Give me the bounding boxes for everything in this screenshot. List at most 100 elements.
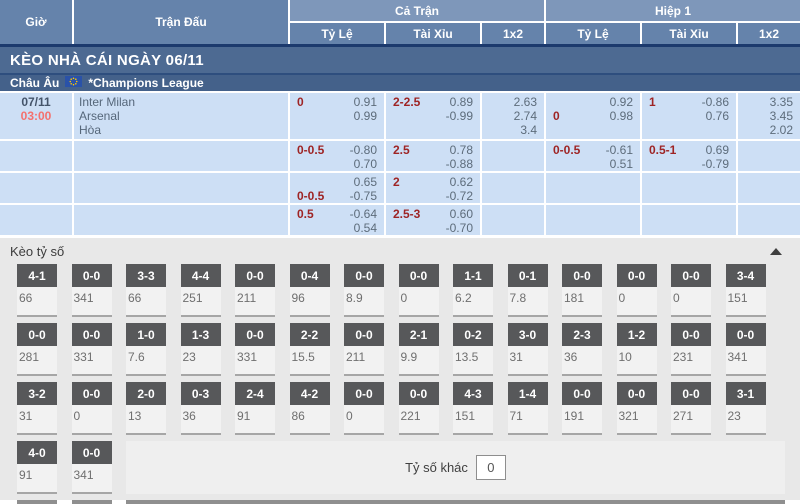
score-label[interactable]: 0-0 bbox=[399, 264, 439, 287]
score-cell[interactable]: 0-0231 bbox=[671, 323, 711, 376]
h1-overunder-cell[interactable]: 0.5-10.69-0.79 bbox=[642, 141, 736, 171]
score-label[interactable]: 0-4 bbox=[290, 264, 330, 287]
score-label[interactable]: 4-4 bbox=[181, 264, 221, 287]
score-cell[interactable]: 4-091 bbox=[17, 441, 57, 494]
other-score-input[interactable] bbox=[476, 455, 506, 480]
ft-overunder-cell[interactable]: 2.50.78-0.88 bbox=[386, 141, 480, 171]
score-label[interactable]: 3-2 bbox=[17, 382, 57, 405]
score-cell[interactable]: 2-491 bbox=[235, 382, 275, 435]
h1-handicap-cell[interactable] bbox=[546, 205, 640, 235]
score-label[interactable]: 0-1 bbox=[508, 264, 548, 287]
score-cell[interactable]: 0-336 bbox=[181, 382, 221, 435]
score-cell[interactable]: 3-366 bbox=[126, 264, 166, 317]
ft-1x2-cell[interactable] bbox=[482, 205, 544, 235]
score-label[interactable]: 0-0 bbox=[562, 264, 602, 287]
h1-handicap-cell[interactable]: 0.9200.98 bbox=[546, 93, 640, 139]
score-label[interactable]: 0-0 bbox=[17, 323, 57, 346]
score-label[interactable]: 0-0 bbox=[72, 382, 112, 405]
score-cell[interactable]: 0-08.9 bbox=[344, 264, 384, 317]
ft-handicap-cell[interactable]: 0-0.5-0.800.70 bbox=[290, 141, 384, 171]
score-cell[interactable]: 1-323 bbox=[181, 323, 221, 376]
score-label[interactable]: 4-3 bbox=[453, 382, 493, 405]
h1-1x2-cell[interactable] bbox=[738, 141, 800, 171]
h1-1x2-cell[interactable] bbox=[738, 205, 800, 235]
score-cell[interactable]: 0-0181 bbox=[562, 264, 602, 317]
score-label[interactable]: 0-0 bbox=[72, 441, 112, 464]
h1-overunder-cell[interactable] bbox=[642, 173, 736, 203]
score-cell[interactable]: 0-0341 bbox=[72, 264, 112, 317]
score-label[interactable]: 1-2 bbox=[617, 323, 657, 346]
score-cell[interactable]: 1-210 bbox=[617, 323, 657, 376]
ft-handicap-cell[interactable]: 0.650-0.5-0.75 bbox=[290, 173, 384, 203]
score-label[interactable]: 0-0 bbox=[617, 264, 657, 287]
score-cell[interactable]: 3-4151 bbox=[726, 264, 766, 317]
h1-overunder-cell[interactable]: 1-0.860.76 bbox=[642, 93, 736, 139]
score-cell[interactable]: 0-00 bbox=[344, 382, 384, 435]
ft-1x2-cell[interactable]: 2.632.743.4 bbox=[482, 93, 544, 139]
score-cell[interactable]: 2-215.5 bbox=[290, 323, 330, 376]
score-label[interactable]: 0-0 bbox=[399, 382, 439, 405]
score-label[interactable]: 0-0 bbox=[671, 264, 711, 287]
score-cell[interactable]: 3-231 bbox=[17, 382, 57, 435]
score-label[interactable]: 0-2 bbox=[453, 323, 493, 346]
h1-1x2-cell[interactable] bbox=[738, 173, 800, 203]
league-header[interactable]: Châu Âu *Champions League bbox=[0, 75, 800, 91]
score-label[interactable]: 3-4 bbox=[726, 264, 766, 287]
score-label[interactable]: 4-0 bbox=[17, 441, 57, 464]
score-label[interactable]: 3-1 bbox=[726, 382, 766, 405]
score-label[interactable]: 2-1 bbox=[399, 323, 439, 346]
score-cell[interactable]: 0-00 bbox=[671, 264, 711, 317]
score-label[interactable]: 4-2 bbox=[290, 382, 330, 405]
score-label[interactable]: 0-0 bbox=[562, 382, 602, 405]
score-label[interactable]: 0-0 bbox=[617, 382, 657, 405]
score-cell[interactable]: 0-0341 bbox=[726, 323, 766, 376]
score-cell[interactable]: 1-07.6 bbox=[126, 323, 166, 376]
score-cell[interactable]: 0-0271 bbox=[671, 382, 711, 435]
score-label[interactable]: 0-0 bbox=[235, 264, 275, 287]
score-cell[interactable]: 4-286 bbox=[290, 382, 330, 435]
score-label[interactable]: 0-0 bbox=[72, 264, 112, 287]
score-cell[interactable]: 0-17.8 bbox=[508, 264, 548, 317]
score-label[interactable]: 0-0 bbox=[235, 323, 275, 346]
score-cell[interactable]: 0-0281 bbox=[17, 323, 57, 376]
score-label[interactable]: 0-3 bbox=[181, 382, 221, 405]
score-label[interactable]: 2-4 bbox=[235, 382, 275, 405]
score-cell[interactable]: 4-4251 bbox=[181, 264, 221, 317]
score-label[interactable]: 3-0 bbox=[508, 323, 548, 346]
score-label[interactable]: 0-0 bbox=[344, 382, 384, 405]
h1-handicap-cell[interactable] bbox=[546, 173, 640, 203]
h1-handicap-cell[interactable]: 0-0.5-0.610.51 bbox=[546, 141, 640, 171]
collapse-up-icon[interactable] bbox=[770, 248, 782, 255]
score-cell[interactable]: 3-123 bbox=[726, 382, 766, 435]
score-cell[interactable]: 0-00 bbox=[72, 382, 112, 435]
score-cell[interactable]: 0-0221 bbox=[399, 382, 439, 435]
score-cell[interactable]: 1-471 bbox=[508, 382, 548, 435]
ft-1x2-cell[interactable] bbox=[482, 141, 544, 171]
score-label[interactable]: 1-3 bbox=[181, 323, 221, 346]
score-label[interactable]: 2-0 bbox=[126, 382, 166, 405]
score-cell[interactable]: 4-3151 bbox=[453, 382, 493, 435]
score-cell[interactable]: 0-0191 bbox=[562, 382, 602, 435]
score-label[interactable]: 0-0 bbox=[671, 382, 711, 405]
score-cell[interactable]: 0-00 bbox=[617, 264, 657, 317]
score-label[interactable]: 1-1 bbox=[453, 264, 493, 287]
score-cell[interactable]: 2-013 bbox=[126, 382, 166, 435]
score-label[interactable]: 0-0 bbox=[671, 323, 711, 346]
score-cell[interactable]: 2-19.9 bbox=[399, 323, 439, 376]
score-label[interactable]: 0-0 bbox=[726, 323, 766, 346]
ft-handicap-cell[interactable]: 00.910.99 bbox=[290, 93, 384, 139]
ft-overunder-cell[interactable]: 2-2.50.89-0.99 bbox=[386, 93, 480, 139]
score-cell[interactable]: 0-00 bbox=[399, 264, 439, 317]
score-label[interactable]: 3-3 bbox=[126, 264, 166, 287]
score-cell[interactable]: 4-166 bbox=[17, 264, 57, 317]
score-cell[interactable]: 0-0331 bbox=[72, 323, 112, 376]
ft-overunder-cell[interactable]: 2.5-30.60-0.70 bbox=[386, 205, 480, 235]
h1-1x2-cell[interactable]: 3.353.452.02 bbox=[738, 93, 800, 139]
score-cell[interactable]: 0-0321 bbox=[617, 382, 657, 435]
score-cell[interactable]: 2-336 bbox=[562, 323, 602, 376]
score-cell[interactable]: 3-031 bbox=[508, 323, 548, 376]
ft-handicap-cell[interactable]: 0.5-0.640.54 bbox=[290, 205, 384, 235]
ft-overunder-cell[interactable]: 20.62-0.72 bbox=[386, 173, 480, 203]
score-label[interactable]: 2-3 bbox=[562, 323, 602, 346]
score-cell[interactable]: 0-0331 bbox=[235, 323, 275, 376]
